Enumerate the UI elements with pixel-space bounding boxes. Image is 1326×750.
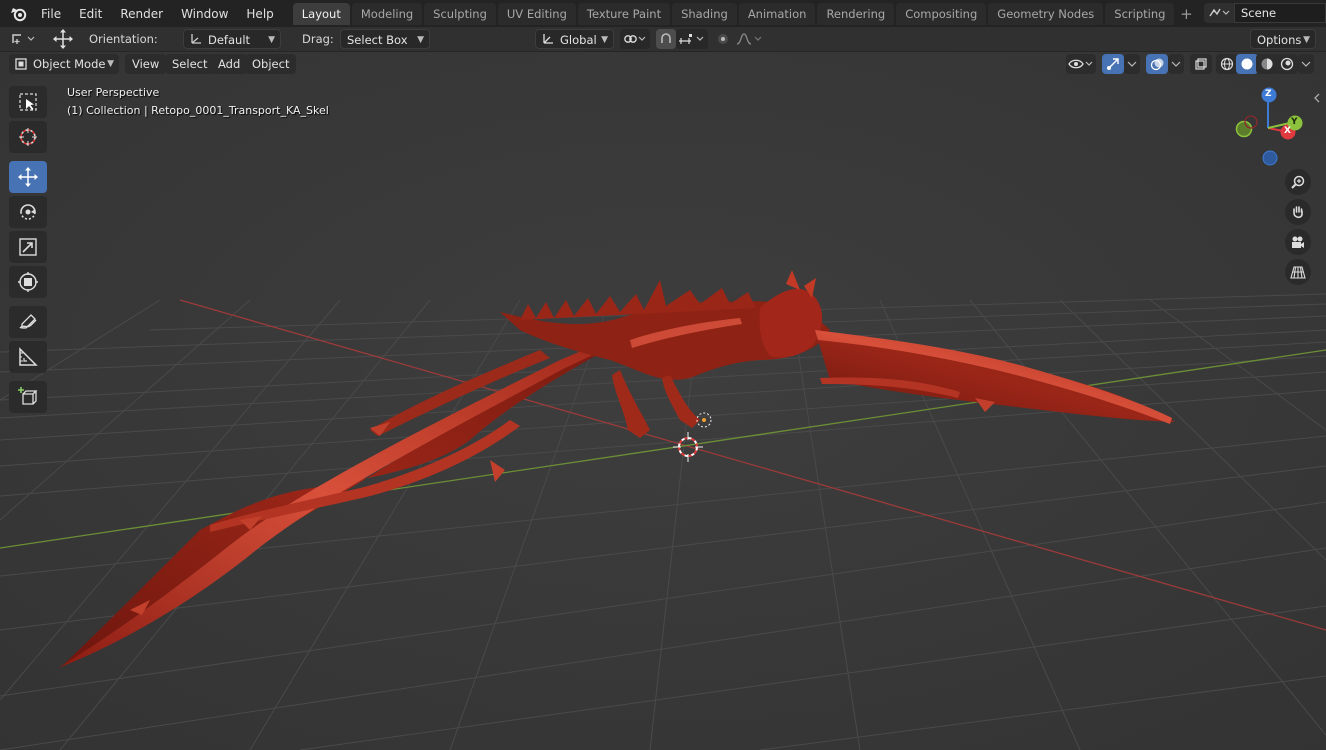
drag-dropdown[interactable]: Select Box ▼ — [340, 29, 430, 49]
tab-scripting[interactable]: Scripting — [1105, 2, 1175, 25]
orientation-axes-icon — [189, 32, 203, 52]
blender-logo-icon[interactable] — [6, 3, 32, 25]
menu-select[interactable]: Select — [165, 54, 215, 74]
hand-pan-icon[interactable] — [1285, 199, 1311, 225]
tool-settings-icon[interactable] — [8, 29, 40, 49]
menu-edit[interactable]: Edit — [70, 3, 111, 25]
scene-browse-icon[interactable] — [1204, 3, 1234, 23]
tab-layout[interactable]: Layout — [292, 2, 350, 25]
drag-value: Select Box — [347, 33, 408, 47]
view-perspective-label: User Perspective — [67, 86, 160, 99]
orientation-dropdown[interactable]: Default ▼ — [183, 29, 281, 49]
viewport-scene[interactable] — [0, 52, 1326, 750]
measure-icon[interactable] — [9, 341, 47, 373]
xray-toggle-icon[interactable] — [1190, 54, 1212, 74]
chevron-down-icon: ▼ — [268, 35, 275, 45]
tab-geometry-nodes[interactable]: Geometry Nodes — [988, 2, 1104, 25]
drag-label: Drag: — [302, 32, 334, 46]
3d-viewport[interactable]: Z Y X Object Mode ▼ View Select Add Obje… — [0, 52, 1326, 750]
chevron-down-icon[interactable] — [1124, 54, 1140, 74]
move-icon[interactable] — [9, 161, 47, 193]
material-preview-icon[interactable] — [1256, 54, 1278, 74]
menu-add[interactable]: Add — [211, 54, 248, 74]
orientation-label: Orientation: — [89, 32, 158, 46]
gizmo-axis-y-label[interactable]: Y — [1291, 117, 1298, 127]
viewport-header: Object Mode ▼ View Select Add Object — [0, 52, 1326, 76]
global-axes-icon — [541, 32, 555, 52]
tab-animation[interactable]: Animation — [738, 2, 816, 25]
gizmo-axis-x-label[interactable]: X — [1284, 126, 1291, 136]
top-menu-bar: File Edit Render Window Help Layout Mode… — [0, 0, 1326, 27]
tab-modeling[interactable]: Modeling — [351, 2, 423, 25]
options-dropdown[interactable]: Options ▼ — [1250, 29, 1316, 49]
collection-info-label: (1) Collection | Retopo_0001_Transport_K… — [67, 104, 329, 117]
tab-sculpting[interactable]: Sculpting — [424, 2, 496, 25]
mode-value: Object Mode — [33, 57, 106, 71]
tab-texture-paint[interactable]: Texture Paint — [577, 2, 671, 25]
chevron-down-icon[interactable] — [1168, 54, 1184, 74]
rendered-shading-icon[interactable] — [1276, 54, 1298, 74]
scene-selector: Scene — [1204, 3, 1326, 23]
transform-icon[interactable] — [9, 266, 47, 298]
proportional-edit-icon[interactable] — [713, 29, 733, 49]
menu-render[interactable]: Render — [111, 3, 172, 25]
transform-orientation-value: Global — [560, 33, 597, 47]
orientation-value: Default — [208, 33, 251, 47]
menu-file[interactable]: File — [32, 3, 70, 25]
chevron-down-icon: ▼ — [107, 59, 114, 69]
chevron-down-icon: ▼ — [601, 35, 608, 45]
gizmo-toggle-icon[interactable] — [1102, 54, 1124, 74]
options-label: Options — [1257, 33, 1302, 47]
snap-toggle-icon[interactable] — [656, 29, 676, 49]
annotate-icon[interactable] — [9, 306, 47, 338]
cursor-icon[interactable] — [9, 121, 47, 153]
menu-object[interactable]: Object — [245, 54, 297, 74]
tab-uv-editing[interactable]: UV Editing — [497, 2, 576, 25]
falloff-curve-icon[interactable] — [734, 29, 766, 49]
chevron-down-icon: ▼ — [1303, 35, 1310, 45]
add-cube-icon[interactable] — [9, 381, 47, 413]
chevron-down-icon: ▼ — [417, 35, 424, 45]
tab-compositing[interactable]: Compositing — [896, 2, 987, 25]
object-mode-icon — [14, 57, 28, 77]
rotate-icon[interactable] — [9, 196, 47, 228]
pivot-point-icon[interactable] — [620, 29, 650, 49]
menu-window[interactable]: Window — [172, 3, 237, 25]
visibility-eye-icon[interactable] — [1066, 54, 1096, 74]
workspace-tabs: Layout Modeling Sculpting UV Editing Tex… — [292, 2, 1197, 25]
menu-help[interactable]: Help — [237, 3, 282, 25]
perspective-grid-icon[interactable] — [1285, 259, 1311, 285]
snap-target-icon[interactable] — [676, 29, 708, 49]
tool-header: Orientation: Default ▼ Drag: Select Box … — [0, 27, 1326, 52]
select-box-icon[interactable] — [9, 86, 47, 118]
chevron-down-icon[interactable] — [1298, 54, 1314, 74]
gizmo-axis-z-label[interactable]: Z — [1265, 89, 1272, 99]
tab-rendering[interactable]: Rendering — [817, 2, 895, 25]
camera-view-icon[interactable] — [1285, 229, 1311, 255]
transform-orientation-dropdown[interactable]: Global ▼ — [535, 29, 614, 49]
menu-view[interactable]: View — [125, 54, 167, 74]
tab-shading[interactable]: Shading — [672, 2, 737, 25]
solid-shading-icon[interactable] — [1236, 54, 1258, 74]
mode-dropdown[interactable]: Object Mode ▼ — [9, 54, 119, 74]
move-gizmo-icon[interactable] — [50, 29, 76, 49]
scale-icon[interactable] — [9, 231, 47, 263]
zoom-icon[interactable] — [1285, 169, 1311, 195]
scene-name-field[interactable]: Scene — [1234, 3, 1326, 23]
add-workspace-button[interactable]: + — [1176, 3, 1196, 25]
overlays-toggle-icon[interactable] — [1146, 54, 1168, 74]
wireframe-shading-icon[interactable] — [1216, 54, 1238, 74]
